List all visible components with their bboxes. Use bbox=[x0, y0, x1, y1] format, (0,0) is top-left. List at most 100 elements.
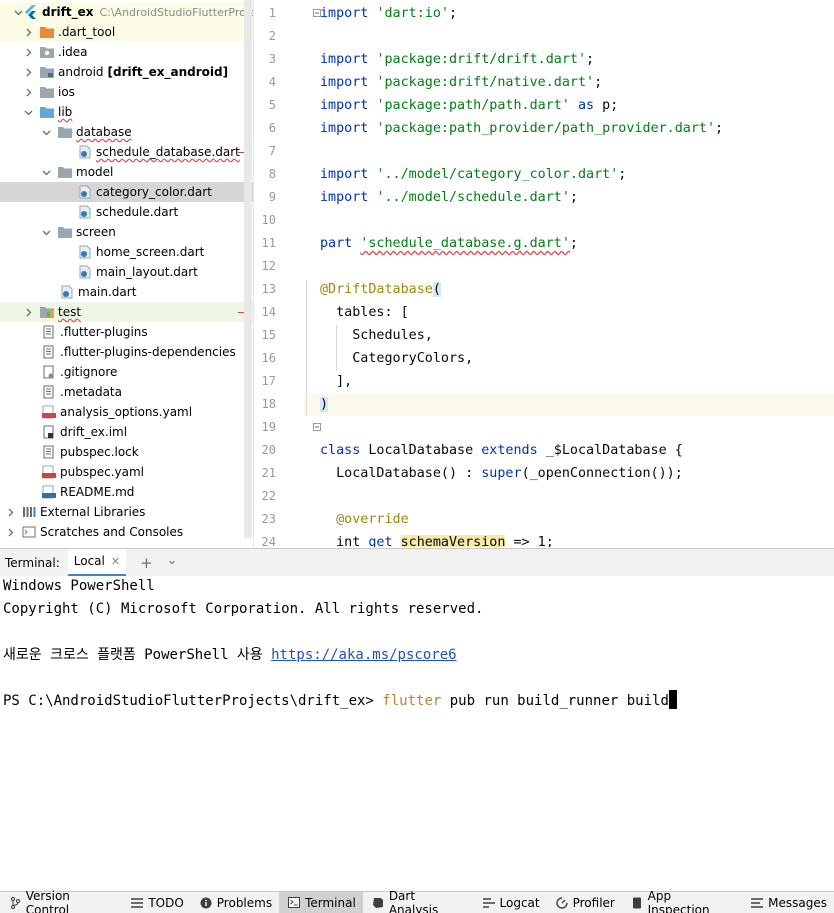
code-line-23: @override bbox=[336, 512, 409, 527]
test-folder-icon bbox=[40, 305, 54, 319]
pscore6-link[interactable]: https://aka.ms/pscore6 bbox=[271, 647, 456, 663]
code-line-8: import '../model/category_color.dart'; bbox=[320, 167, 627, 182]
toolwindow-problems[interactable]: Problems bbox=[191, 892, 279, 913]
tree-item-label: .metadata bbox=[60, 385, 122, 399]
dart-file-icon bbox=[78, 265, 92, 279]
tree-scrollbar[interactable] bbox=[244, 0, 252, 538]
tree-item-analysis-options-yaml[interactable]: analysis_options.yaml bbox=[0, 402, 253, 422]
tree-item-scratches-and-consoles[interactable]: Scratches and Consoles bbox=[0, 522, 253, 542]
tree-item-metadata[interactable]: .metadata bbox=[0, 382, 253, 402]
toolwindow-label: Dart Analysis bbox=[388, 888, 439, 913]
tree-item-label: .flutter-plugins bbox=[60, 325, 148, 339]
tree-item-category-color-dart[interactable]: category_color.dart bbox=[0, 182, 253, 202]
tree-item-main-layout-dart[interactable]: main_layout.dart bbox=[0, 262, 253, 282]
toolwindow-label: Version Control bbox=[25, 888, 70, 913]
toolwindow-label: Messages bbox=[768, 895, 827, 910]
chevron-down-icon[interactable] bbox=[40, 162, 52, 182]
tree-item-flutter-plugins-dependencies[interactable]: .flutter-plugins-dependencies bbox=[0, 342, 253, 362]
terminal-icon bbox=[288, 897, 301, 909]
tree-item-screen[interactable]: screen bbox=[0, 222, 253, 242]
tree-item-home-screen-dart[interactable]: home_screen.dart bbox=[0, 242, 253, 262]
toolwindow-todo[interactable]: TODO bbox=[122, 892, 190, 913]
tree-item-flutter-plugins[interactable]: .flutter-plugins bbox=[0, 322, 253, 342]
add-terminal-icon[interactable]: + bbox=[140, 554, 153, 572]
tree-item-drift-ex-iml[interactable]: drift_ex.iml bbox=[0, 422, 253, 442]
chevron-down-icon[interactable] bbox=[40, 222, 52, 242]
tree-item-gitignore[interactable]: .gitignore bbox=[0, 362, 253, 382]
tree-item-main-dart[interactable]: main.dart bbox=[0, 282, 253, 302]
module-name-label: [drift_ex_android] bbox=[107, 65, 229, 79]
toolwindow-label: App Inspection bbox=[647, 888, 710, 913]
tree-item-idea[interactable]: .idea bbox=[0, 42, 253, 62]
root-folder-label: drift_ex bbox=[42, 5, 94, 19]
chevron-right-icon[interactable] bbox=[22, 302, 34, 322]
tree-item-pubspec-lock[interactable]: pubspec.lock bbox=[0, 442, 253, 462]
chevron-right-icon[interactable] bbox=[22, 62, 34, 82]
code-line-3: import 'package:drift/drift.dart'; bbox=[320, 52, 595, 67]
tree-item-lib[interactable]: lib bbox=[0, 102, 253, 122]
chevron-right-icon[interactable] bbox=[22, 42, 34, 62]
line-number: 18 bbox=[261, 397, 276, 411]
text-file-icon bbox=[42, 445, 56, 459]
inspection-icon bbox=[631, 897, 643, 909]
code-editor[interactable]: 1 2 3 4 5 6 7 8 9 10 11 12 13 14 15 16 1… bbox=[253, 0, 834, 547]
fold-collapse-icon[interactable] bbox=[313, 423, 321, 431]
chevron-right-icon[interactable] bbox=[22, 82, 34, 102]
yaml-file-icon bbox=[42, 465, 56, 479]
code-line-17: ], bbox=[320, 374, 353, 389]
code-line-14: tables: [ bbox=[320, 305, 409, 320]
tree-item-schedule-dart[interactable]: schedule.dart bbox=[0, 202, 253, 222]
tree-item-model[interactable]: model bbox=[0, 162, 253, 182]
tree-item-label: pubspec.yaml bbox=[60, 465, 144, 479]
terminal-line: Copyright (C) Microsoft Corporation. All… bbox=[3, 601, 484, 617]
toolwindow-logcat[interactable]: Logcat bbox=[474, 892, 547, 913]
dart-file-icon bbox=[78, 185, 92, 199]
chevron-down-icon[interactable]: ⌄ bbox=[167, 553, 178, 568]
tree-item-pubspec-yaml[interactable]: pubspec.yaml bbox=[0, 462, 253, 482]
code-line-15: Schedules, bbox=[320, 328, 433, 343]
tree-item-label: android bbox=[58, 65, 104, 79]
terminal-prompt-line[interactable]: PS C:\AndroidStudioFlutterProjects\drift… bbox=[3, 690, 677, 713]
tree-item-label: screen bbox=[76, 225, 116, 239]
indent-guide bbox=[306, 280, 307, 416]
logcat-icon bbox=[482, 897, 495, 909]
chevron-right-icon[interactable] bbox=[4, 502, 16, 522]
toolwindow-label: Logcat bbox=[499, 895, 540, 910]
line-number: 4 bbox=[268, 75, 276, 89]
flutter-icon bbox=[24, 5, 38, 19]
toolwindow-messages[interactable]: Messages bbox=[742, 892, 834, 913]
tree-item-readme-md[interactable]: README.md bbox=[0, 482, 253, 502]
toolwindow-terminal[interactable]: Terminal bbox=[279, 891, 363, 913]
tree-item-external-libraries[interactable]: External Libraries bbox=[0, 502, 253, 522]
code-line-11: part 'schedule_database.g.dart'; bbox=[320, 236, 578, 251]
chevron-down-icon[interactable] bbox=[12, 2, 24, 22]
tree-item-android[interactable]: android [drift_ex_android] bbox=[0, 62, 253, 82]
toolwindow-profiler[interactable]: Profiler bbox=[547, 892, 622, 913]
dart-file-icon bbox=[78, 205, 92, 219]
toolwindow-version-control[interactable]: Version Control bbox=[0, 888, 122, 913]
tree-item-dart-tool[interactable]: .dart_tool bbox=[0, 22, 253, 42]
tree-item-ios[interactable]: ios bbox=[0, 82, 253, 102]
chevron-down-icon[interactable] bbox=[40, 122, 52, 142]
tree-item-label: ios bbox=[58, 85, 75, 99]
toolwindow-dart-analysis[interactable]: Dart Analysis bbox=[363, 888, 474, 913]
chevron-down-icon[interactable] bbox=[22, 102, 34, 122]
tree-item-label: pubspec.lock bbox=[60, 445, 139, 459]
tree-item-schedule-database-dart[interactable]: schedule_database.dart bbox=[0, 142, 253, 162]
tree-item-database[interactable]: database bbox=[0, 122, 253, 142]
tree-root-drift-ex[interactable]: drift_ex C:\AndroidStudioFlutterProje bbox=[0, 2, 253, 22]
chevron-right-icon[interactable] bbox=[4, 522, 16, 542]
terminal-tab-local[interactable]: Local ✕ bbox=[67, 548, 127, 577]
close-icon[interactable]: ✕ bbox=[111, 555, 120, 568]
toolwindow-app-inspection[interactable]: App Inspection bbox=[622, 888, 742, 913]
line-number: 3 bbox=[268, 52, 276, 66]
line-number: 2 bbox=[268, 29, 276, 43]
line-number: 13 bbox=[261, 282, 276, 296]
terminal-output[interactable]: Windows PowerShell Copyright (C) Microso… bbox=[0, 576, 834, 885]
line-number: 7 bbox=[268, 144, 276, 158]
tree-item-test[interactable]: test bbox=[0, 302, 253, 322]
branch-icon bbox=[9, 896, 21, 909]
tree-item-label: README.md bbox=[60, 485, 135, 499]
chevron-right-icon[interactable] bbox=[22, 22, 34, 42]
settings-folder-icon bbox=[40, 45, 54, 59]
